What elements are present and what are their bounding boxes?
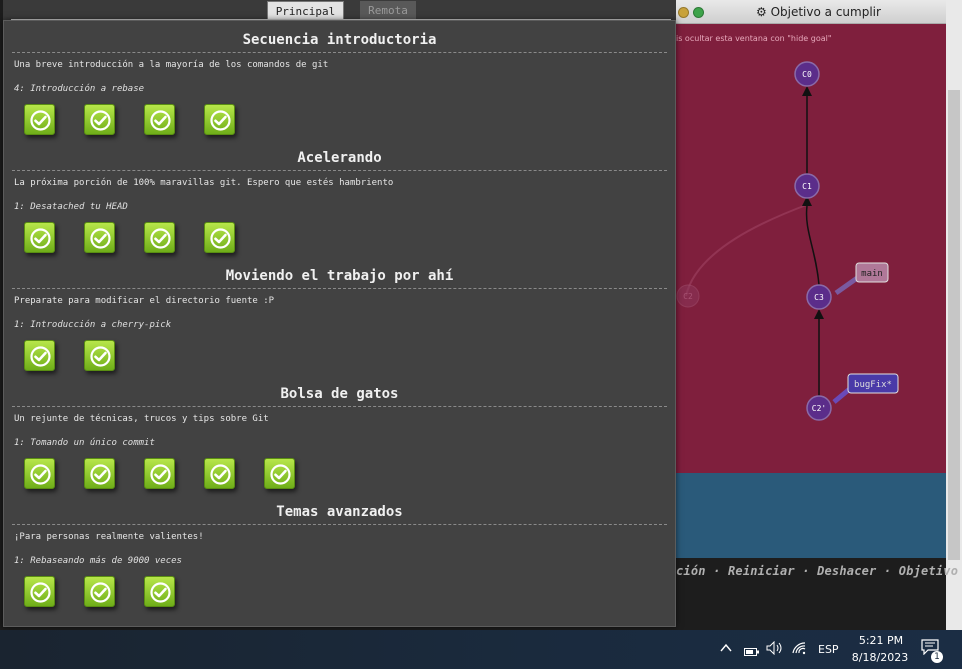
level-button[interactable]	[24, 340, 55, 371]
sequence-divider	[12, 52, 667, 53]
clock-date[interactable]: 8/18/2023	[850, 651, 910, 664]
branch-edge-c1-c2	[685, 203, 810, 297]
sequence-section: Acelerando La próxima porción de 100% mar…	[4, 149, 675, 256]
sequence-section: Moviendo el trabajo por ahí Preparate par…	[4, 267, 675, 374]
sequence-divider	[12, 406, 667, 407]
current-level-name: 1: Rebaseando más de 9000 veces	[14, 556, 182, 566]
level-button[interactable]	[204, 222, 235, 253]
current-level-name: 1: Introducción a cherry-pick	[14, 320, 172, 330]
sequence-description: Un rejunte de técnicas, trucos y tips so…	[14, 414, 269, 424]
level-button[interactable]	[84, 104, 115, 135]
sequence-description: ¡Para personas realmente valientes!	[14, 532, 204, 542]
show-hidden-icons-icon[interactable]	[720, 639, 732, 658]
goal-window: ⚙ Objetivo a cumplir is ocultar esta ven…	[676, 0, 946, 473]
battery-icon[interactable]	[744, 642, 760, 661]
level-button[interactable]	[144, 576, 175, 607]
level-button[interactable]	[24, 222, 55, 253]
volume-icon[interactable]	[766, 640, 784, 659]
level-button[interactable]	[84, 576, 115, 607]
tab-principal[interactable]: Principal	[267, 1, 344, 20]
branch-label: main	[861, 269, 883, 279]
level-button[interactable]	[84, 340, 115, 371]
level-buttons	[24, 576, 675, 610]
sequence-section: Temas avanzados ¡Para personas realmente …	[4, 503, 675, 610]
command-bar: ción · Reiniciar · Deshacer · Objetivo ·	[676, 558, 962, 630]
level-button[interactable]	[24, 576, 55, 607]
sequence-description: Preparate para modificar el directorio f…	[14, 296, 275, 306]
vertical-scrollbar[interactable]	[946, 0, 962, 630]
branch-label: bugFix*	[854, 380, 892, 390]
level-button[interactable]	[24, 104, 55, 135]
sequence-description: Una breve introducción a la mayoría de l…	[14, 60, 329, 70]
commit-label: C2'	[812, 404, 826, 413]
current-level-name: 4: Introducción a rebase	[14, 84, 145, 94]
level-button[interactable]	[144, 222, 175, 253]
sequence-divider	[12, 170, 667, 171]
commit-label: C1	[802, 182, 812, 191]
terminal-area	[676, 473, 946, 558]
level-buttons	[24, 340, 675, 374]
sequence-section: Bolsa de gatos Un rejunte de técnicas, tr…	[4, 385, 675, 492]
current-level-name: 1: Tomando un único commit	[14, 438, 155, 448]
notification-count-badge: 1	[931, 651, 943, 663]
scrollbar-thumb[interactable]	[948, 90, 960, 560]
command-links[interactable]: ción · Reiniciar · Deshacer · Objetivo ·	[676, 564, 962, 578]
sequence-title: Moviendo el trabajo por ahí	[225, 268, 454, 284]
taskbar: ESP 5:21 PM 8/18/2023 1	[0, 630, 962, 669]
wifi-icon[interactable]	[791, 640, 807, 659]
input-language[interactable]: ESP	[818, 643, 839, 656]
arrowhead-c3	[814, 309, 824, 319]
clock-time[interactable]: 5:21 PM	[856, 634, 906, 647]
level-button[interactable]	[144, 458, 175, 489]
level-button[interactable]	[84, 222, 115, 253]
sequence-title: Acelerando	[297, 150, 382, 166]
sequence-divider	[12, 288, 667, 289]
level-button[interactable]	[204, 458, 235, 489]
sequence-section: Secuencia introductoria Una breve introdu…	[4, 31, 675, 138]
sequence-title: Temas avanzados	[276, 504, 403, 520]
level-buttons	[24, 458, 675, 492]
sequence-title: Bolsa de gatos	[280, 386, 399, 402]
sequence-divider	[12, 524, 667, 525]
commit-label: C0	[802, 70, 812, 79]
screen: ⚙ Objetivo a cumplir is ocultar esta ven…	[0, 0, 962, 669]
tab-remota[interactable]: Remota	[360, 1, 416, 20]
level-button[interactable]	[264, 458, 295, 489]
level-button[interactable]	[24, 458, 55, 489]
level-tabs: Principal Remota	[3, 0, 676, 20]
commit-label: C2	[683, 292, 693, 301]
edge-c3-c1	[805, 205, 820, 286]
current-level-name: 1: Desatached tu HEAD	[14, 202, 128, 212]
level-button[interactable]	[144, 104, 175, 135]
sequence-description: La próxima porción de 100% maravillas gi…	[14, 178, 394, 188]
level-buttons	[24, 222, 675, 256]
goal-commit-graph: C2 C0 C1 C3 C2' main bugFix*	[676, 61, 899, 421]
level-button[interactable]	[204, 104, 235, 135]
commit-label: C3	[814, 293, 824, 302]
arrowhead-c0	[802, 86, 812, 96]
level-selection-panel: Secuencia introductoria Una breve introdu…	[3, 20, 676, 627]
level-buttons	[24, 104, 675, 138]
level-button[interactable]	[84, 458, 115, 489]
sequence-title: Secuencia introductoria	[242, 32, 437, 48]
